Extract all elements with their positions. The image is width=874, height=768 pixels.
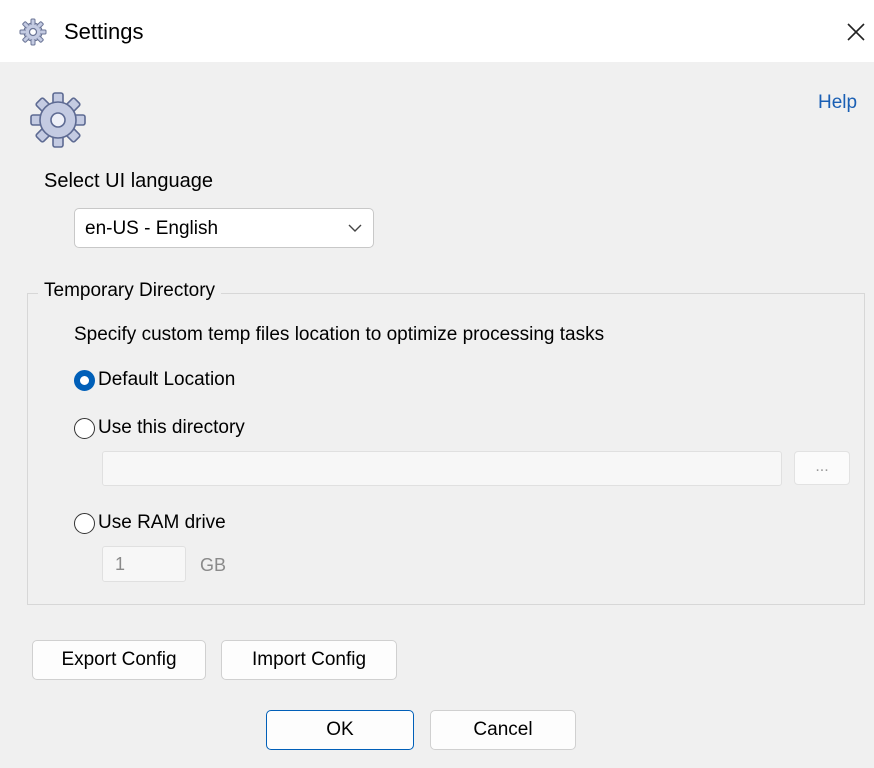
ok-button[interactable]: OK xyxy=(266,710,414,750)
browse-button[interactable]: ... xyxy=(794,451,850,485)
ram-unit-label: GB xyxy=(200,555,227,575)
close-icon[interactable] xyxy=(842,18,870,46)
radio-label: Default Location xyxy=(98,369,236,390)
language-select[interactable]: en-US - English xyxy=(74,208,374,248)
export-config-button[interactable]: Export Config xyxy=(32,640,206,680)
radio-label: Use RAM drive xyxy=(98,512,226,533)
ram-size-value: 1 xyxy=(115,554,126,574)
radio-button[interactable] xyxy=(74,513,95,534)
language-label: Select UI language xyxy=(44,170,214,192)
radio-button-checked[interactable] xyxy=(74,370,95,391)
ram-size-input[interactable]: 1 xyxy=(102,546,186,582)
import-config-button[interactable]: Import Config xyxy=(221,640,397,680)
directory-path-input[interactable] xyxy=(102,451,782,486)
language-select-value: en-US - English xyxy=(85,218,219,239)
radio-button[interactable] xyxy=(74,418,95,439)
settings-gear-icon xyxy=(30,92,86,148)
title-bar: Settings xyxy=(0,0,874,62)
temp-directory-legend: Temporary Directory xyxy=(38,280,222,302)
help-link[interactable]: Help xyxy=(818,92,857,114)
temp-directory-description: Specify custom temp files location to op… xyxy=(74,324,605,345)
settings-dialog: Settings Help Select UI language en-US -… xyxy=(0,0,874,768)
window-title: Settings xyxy=(64,19,144,44)
settings-gear-icon xyxy=(19,18,47,46)
cancel-button[interactable]: Cancel xyxy=(430,710,576,750)
radio-label: Use this directory xyxy=(98,417,245,438)
chevron-down-icon xyxy=(348,224,362,232)
